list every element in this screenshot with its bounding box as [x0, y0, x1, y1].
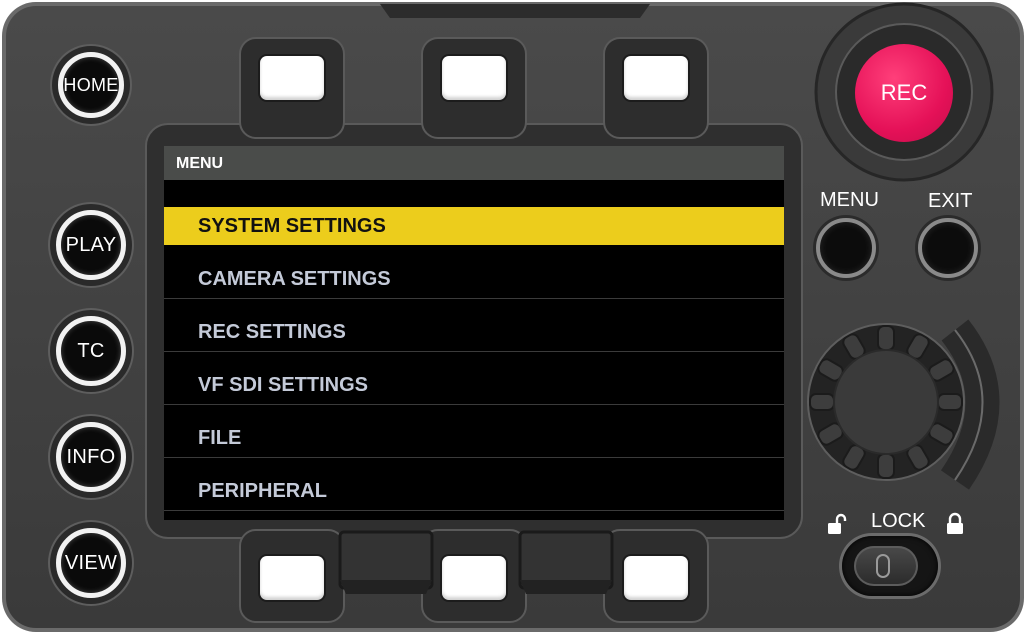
jog-dial[interactable] — [806, 322, 966, 482]
rec-button[interactable]: REC — [855, 44, 953, 142]
unlock-icon — [828, 513, 847, 534]
top-function-key-3[interactable] — [624, 56, 688, 100]
menu-header: MENU — [164, 146, 784, 180]
exit-button-label: EXIT — [928, 190, 973, 212]
menu-item-label: FILE — [198, 427, 242, 449]
menu-item-peripheral[interactable]: PERIPHERAL — [164, 472, 784, 511]
menu-button[interactable] — [816, 218, 876, 278]
play-button[interactable]: PLAY — [56, 210, 126, 280]
tc-button[interactable]: TC — [56, 316, 126, 386]
menu-item-label: PERIPHERAL — [198, 480, 327, 502]
bottom-function-key-2[interactable] — [442, 556, 506, 600]
exit-button[interactable] — [918, 218, 978, 278]
lock-label: LOCK — [871, 510, 926, 532]
top-function-key-2[interactable] — [442, 56, 506, 100]
home-button[interactable]: HOME — [58, 52, 124, 118]
lock-icon — [947, 512, 963, 534]
menu-item-label: REC SETTINGS — [198, 321, 346, 343]
menu-button-label: MENU — [820, 189, 879, 211]
menu-item-rec-settings[interactable]: REC SETTINGS — [164, 313, 784, 352]
menu-item-vf-sdi-settings[interactable]: VF SDI SETTINGS — [164, 366, 784, 405]
info-button[interactable]: INFO — [56, 422, 126, 492]
lock-switch-knob[interactable] — [854, 546, 918, 586]
menu-item-system-settings[interactable]: SYSTEM SETTINGS — [164, 207, 784, 245]
menu-item-label: CAMERA SETTINGS — [198, 268, 391, 290]
menu-item-label: VF SDI SETTINGS — [198, 374, 369, 396]
view-button[interactable]: VIEW — [56, 528, 126, 598]
top-function-key-1[interactable] — [260, 56, 324, 100]
menu-header-title: MENU — [176, 155, 224, 172]
menu-item-label: SYSTEM SETTINGS — [198, 215, 386, 237]
camera-control-panel: HOME PLAY TC INFO VIEW MENU SYSTEM SETTI… — [0, 0, 1026, 634]
lock-switch[interactable] — [842, 536, 938, 596]
menu-item-camera-settings[interactable]: CAMERA SETTINGS — [164, 260, 784, 299]
menu-item-file[interactable]: FILE — [164, 419, 784, 458]
lcd-screen: MENU SYSTEM SETTINGS CAMERA SETTINGS REC… — [164, 146, 784, 520]
bottom-function-key-1[interactable] — [260, 556, 324, 600]
bottom-function-key-3[interactable] — [624, 556, 688, 600]
